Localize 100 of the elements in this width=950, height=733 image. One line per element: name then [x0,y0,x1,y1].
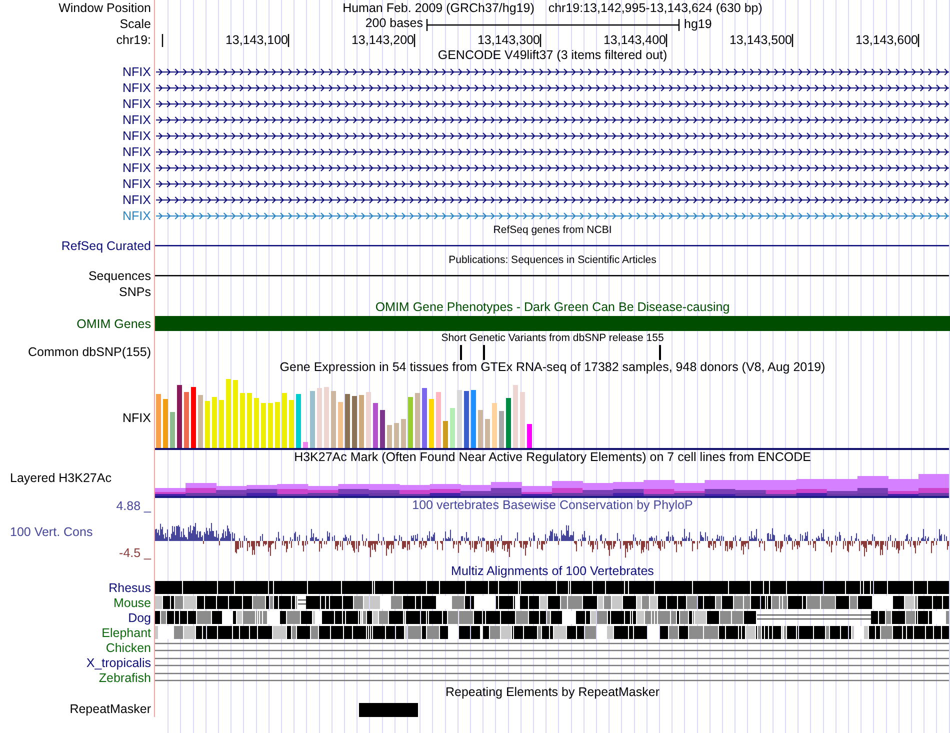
track-label: Window Position [58,1,151,15]
track-label[interactable]: Sequences [88,269,151,283]
expression-bar[interactable] [450,408,455,448]
expression-bar[interactable] [422,388,427,448]
track-label[interactable]: NFIX [122,81,151,95]
axis-min-label: -4.5 _ [119,546,151,560]
track-label[interactable]: Chicken [106,640,151,654]
track-label[interactable]: NFIX [122,65,151,79]
expression-bar[interactable] [352,396,357,448]
expression-bar[interactable] [261,403,266,448]
scale-length: 200 bases [365,16,423,31]
expression-bar[interactable] [345,394,350,448]
track-title: Multiz Alignments of 100 Vertebrates [451,564,654,579]
expression-bar[interactable] [443,421,448,448]
track-label[interactable]: NFIX [122,145,151,159]
expression-bar[interactable] [436,392,441,448]
ruler-label: 13,143,500 [729,33,792,48]
expression-bar[interactable] [492,403,497,448]
track-label[interactable]: Elephant [102,626,151,640]
ruler-label: 13,143,300 [477,33,540,48]
variant-tick[interactable] [483,345,485,360]
expression-bar[interactable] [275,402,280,448]
expression-bar[interactable] [296,394,301,448]
repeat-block[interactable] [359,703,418,717]
expression-bar[interactable] [527,424,532,448]
track-label[interactable]: NFIX [122,161,151,175]
track-label[interactable]: NFIX [122,97,151,111]
assembly-name: Human Feb. 2009 (GRCh37/hg19) [342,0,534,16]
expression-bar[interactable] [289,400,294,448]
expression-bar[interactable] [380,410,385,448]
track-label[interactable]: Rhesus [108,580,151,594]
track-label[interactable]: Common dbSNP(155) [28,345,151,359]
track-label[interactable]: 100 Vert. Cons [10,525,93,539]
expression-bar[interactable] [282,393,287,448]
expression-bar[interactable] [471,390,476,448]
expression-bar[interactable] [464,391,469,448]
expression-bar[interactable] [254,398,259,448]
expression-bar[interactable] [226,379,231,448]
expression-bar[interactable] [387,425,392,448]
track-label[interactable]: Dog [128,610,151,624]
track-label[interactable]: RepeatMasker [70,702,151,716]
expression-bar[interactable] [338,402,343,448]
expression-bar[interactable] [429,399,434,448]
expression-bar[interactable] [499,411,504,448]
expression-bar[interactable] [184,392,189,448]
gene-bar[interactable] [155,316,950,331]
expression-bar[interactable] [359,395,364,448]
expression-bar[interactable] [198,395,203,448]
expression-bar[interactable] [415,393,420,448]
track-label[interactable]: NFIX [122,193,151,207]
track-title: Short Genetic Variants from dbSNP release 155 [441,332,664,344]
expression-bar[interactable] [520,392,525,448]
expression-bar[interactable] [324,387,329,448]
expression-bar[interactable] [366,392,371,448]
expression-bar[interactable] [478,410,483,448]
expression-bar[interactable] [331,391,336,448]
expression-bar[interactable] [219,400,224,448]
axis-max-label: 4.88 _ [116,499,151,513]
expression-bar[interactable] [506,398,511,448]
expression-bar[interactable] [212,397,217,448]
track-label[interactable]: NFIX [122,177,151,191]
variant-tick[interactable] [659,345,661,360]
expression-bar[interactable] [240,393,245,448]
expression-bar[interactable] [303,442,308,448]
track-label[interactable]: NFIX [122,209,151,223]
track-label[interactable]: Mouse [113,596,151,610]
expression-bar[interactable] [513,385,518,448]
track-title: Publications: Sequences in Scientific Articles [448,254,656,266]
position-text: chr19:13,142,995-13,143,624 (630 bp) [548,0,762,16]
expression-bar[interactable] [233,380,238,448]
track-label[interactable]: X_tropicalis [86,656,151,670]
track-label[interactable]: Layered H3K27Ac [10,471,112,485]
expression-bar[interactable] [401,419,406,448]
track-label[interactable]: Zebrafish [98,670,151,684]
expression-bar[interactable] [268,403,273,448]
expression-bar[interactable] [408,397,413,448]
track-label[interactable]: RefSeq Curated [61,239,151,253]
expression-bar[interactable] [373,403,378,448]
variant-tick[interactable] [460,345,462,360]
expression-bar[interactable] [205,401,210,448]
expression-bar[interactable] [310,391,315,448]
track-title: OMIM Gene Phenotypes - Dark Green Can Be Disease-causing [375,300,730,315]
expression-bar[interactable] [156,394,161,448]
expression-bar[interactable] [394,423,399,448]
track-label[interactable]: OMIM Genes [76,317,151,331]
track-title: Gene Expression in 54 tissues from GTEx RNA-seq of 17382 samples, 948 donors (V8, Aug 2019) [280,360,826,375]
track-label[interactable]: NFIX [122,411,151,425]
ruler-label: 13,143,200 [351,33,414,48]
expression-bar[interactable] [191,387,196,448]
track-label[interactable]: NFIX [122,129,151,143]
expression-bar[interactable] [485,419,490,448]
expression-bar[interactable] [457,390,462,448]
track-title: 100 vertebrates Basewise Conservation by PhyloP [412,498,693,513]
track-label[interactable]: NFIX [122,113,151,127]
expression-bar[interactable] [177,385,182,448]
expression-bar[interactable] [170,412,175,448]
expression-bar[interactable] [317,388,322,448]
track-label[interactable]: SNPs [119,285,151,299]
expression-bar[interactable] [247,393,252,448]
expression-bar[interactable] [163,399,168,448]
